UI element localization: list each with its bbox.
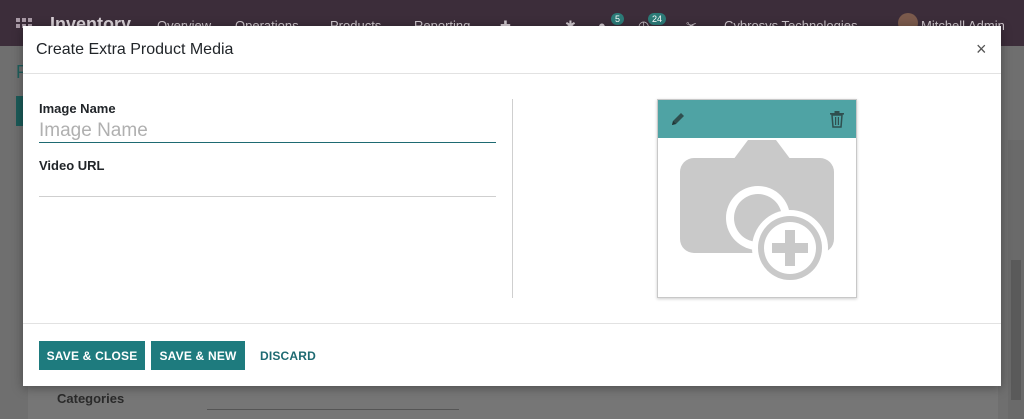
activity-count-badge: 24 (648, 13, 667, 25)
create-media-dialog: Create Extra Product Media × Image Name … (23, 26, 1001, 386)
dialog-header: Create Extra Product Media × (23, 26, 1001, 74)
video-url-input[interactable] (39, 173, 496, 197)
chat-count-badge: 5 (611, 13, 625, 25)
camera-add-icon (680, 140, 834, 283)
close-icon[interactable]: × (976, 39, 987, 60)
trash-icon[interactable] (829, 110, 845, 128)
save-close-button[interactable]: SAVE & CLOSE (39, 341, 145, 370)
pencil-icon[interactable] (669, 110, 687, 128)
categories-label: Categories (57, 391, 125, 406)
dialog-title: Create Extra Product Media (36, 41, 234, 58)
image-upload-widget[interactable] (657, 99, 857, 298)
dialog-footer: SAVE & CLOSE SAVE & NEW DISCARD (23, 323, 1001, 386)
page-scrollbar[interactable] (1008, 140, 1024, 419)
discard-button[interactable]: DISCARD (253, 341, 323, 370)
save-new-button[interactable]: SAVE & NEW (151, 341, 245, 370)
image-name-input[interactable] (39, 119, 496, 143)
categories-field (207, 409, 459, 410)
column-divider (512, 99, 513, 298)
video-url-label: Video URL (39, 158, 105, 173)
image-name-label: Image Name (39, 101, 116, 116)
image-controls-bar (658, 100, 856, 138)
